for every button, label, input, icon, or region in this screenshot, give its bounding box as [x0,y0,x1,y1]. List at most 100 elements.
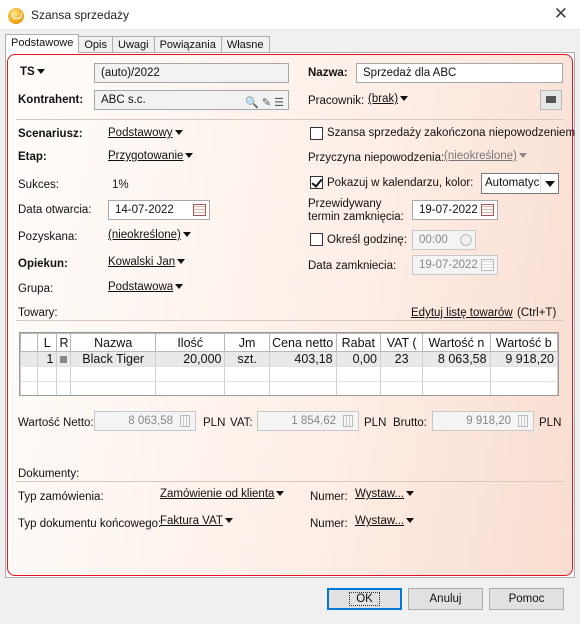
numer-value-1: Wystaw... [355,488,405,500]
pozyskana-label: Pozyskana: [18,231,78,243]
tab-opis[interactable]: Opis [78,36,113,53]
calculator-icon[interactable] [518,415,528,427]
przyczyna-dropdown[interactable]: (nieokreślone) [444,150,527,162]
nazwa-label: Nazwa: [308,67,348,79]
towary-label: Towary: [18,307,58,319]
przewidywany-value: 19-07-2022 [419,204,478,216]
pozyskana-value: (nieokreślone) [108,229,181,241]
lookup-icons: 🔍 ✎ ☰ [245,94,284,109]
opiekun-dropdown[interactable]: Kowalski Jan [108,256,186,268]
cancel-button[interactable]: Anuluj [408,588,483,610]
calendar-icon[interactable] [481,259,494,271]
etap-dropdown[interactable]: Przygotowanie [108,150,194,162]
data-zamkniecia-field[interactable]: 19-07-2022 [412,255,498,275]
edit-items-shortcut: (Ctrl+T) [517,307,557,319]
chevron-down-icon[interactable] [540,174,558,193]
tab-wlasne[interactable]: Własne [220,36,270,53]
pozyskana-dropdown[interactable]: (nieokreślone) [108,229,191,241]
title-bar: Szansa sprzedaży ✕ [0,0,580,30]
items-table[interactable]: L R Nazwa Ilość Jm Cena netto Rabat VAT … [19,332,559,396]
chevron-down-icon [276,491,285,496]
pracownik-value: (brak) [368,93,399,105]
ok-button-label: OK [349,592,380,606]
column-header-wartosc-brutto[interactable]: Wartość b [489,333,558,352]
etap-label: Etap: [18,151,47,163]
przyczyna-value: (nieokreślone) [444,150,517,162]
sukces-value: 1% [112,179,129,191]
column-header-r[interactable]: R [56,333,72,352]
typ-zamowienia-dropdown[interactable]: Zamówienie od klienta [160,488,285,500]
godzine-field[interactable]: 00:00 [412,230,476,250]
message-button[interactable] [540,90,562,110]
table-row-empty[interactable] [20,381,558,395]
message-icon [546,96,556,103]
tab-podstawowe[interactable]: Podstawowe [5,34,80,53]
tab-powiazania[interactable]: Powiązania [153,36,222,53]
column-header-cena[interactable]: Cena netto [268,333,337,352]
column-header-ilosc[interactable]: Ilość [154,333,226,352]
netto-field[interactable]: 8 063,58 [94,411,196,431]
edit-icon[interactable]: ✎ [262,97,271,109]
numer-dropdown-2[interactable]: Wystaw... [355,515,415,527]
calculator-icon[interactable] [180,415,190,427]
document-type-label: TS [20,66,35,78]
cell-ilosc: 20,000 [154,351,226,367]
table-row[interactable]: 1 Black Tiger 20,000 szt. 403,18 0,00 23… [20,351,558,367]
data-otwarcia-field[interactable]: 14-07-2022 [108,200,210,220]
typ-dokumentu-label: Typ dokumentu końcowego: [18,518,162,530]
kolor-value: Automatyczny [485,177,539,189]
vat-value: 1 854,62 [291,415,336,427]
edit-items-link[interactable]: Edytuj listę towarów [411,307,513,319]
column-header-jm[interactable]: Jm [224,333,270,352]
details-icon[interactable]: ☰ [274,97,284,109]
chevron-down-icon [36,69,45,74]
document-type-dropdown[interactable]: TS [20,66,45,78]
netto-label: Wartość Netto: [18,417,94,429]
close-icon[interactable]: ✕ [554,5,568,23]
vat-field[interactable]: 1 854,62 [257,411,359,431]
godzine-label: Określ godzinę: [327,234,407,246]
godzine-value: 00:00 [419,234,448,246]
calendar-icon[interactable] [481,204,494,216]
scenariusz-label: Scenariusz: [18,128,83,140]
help-button[interactable]: Pomoc [489,588,564,610]
column-header-l[interactable]: L [36,333,58,352]
data-otwarcia-label: Data otwarcia: [18,204,92,216]
column-header-rabat[interactable]: Rabat [335,333,382,352]
pracownik-dropdown[interactable]: (brak) [368,93,409,105]
tab-uwagi[interactable]: Uwagi [112,36,155,53]
dokumenty-label: Dokumenty: [18,468,80,480]
brutto-value: 9 918,20 [466,415,511,427]
typ-dokumentu-value: Faktura VAT [160,515,223,527]
przewidywany-field[interactable]: 19-07-2022 [412,200,498,220]
brutto-field[interactable]: 9 918,20 [432,411,534,431]
scenariusz-dropdown[interactable]: Podstawowy [108,127,183,139]
ok-button[interactable]: OK [327,588,402,610]
scenariusz-value: Podstawowy [108,127,173,139]
chevron-down-icon [174,130,183,135]
godzine-checkbox[interactable] [310,233,323,246]
row-handle [20,351,38,367]
column-header-nazwa[interactable]: Nazwa [70,333,156,352]
document-number-field[interactable]: (auto)/2022 [94,63,289,83]
calendar-icon[interactable] [193,204,206,216]
typ-dokumentu-dropdown[interactable]: Faktura VAT [160,515,233,527]
zakonczona-checkbox[interactable] [310,127,323,140]
column-header-vat[interactable]: VAT ( [379,333,424,352]
clock-icon[interactable] [460,234,472,246]
search-icon[interactable]: 🔍 [245,97,259,109]
numer-value-2: Wystaw... [355,515,405,527]
kontrahent-field[interactable]: ABC s.c. 🔍 ✎ ☰ [94,90,289,110]
table-row-empty[interactable] [20,366,558,382]
numer-dropdown-1[interactable]: Wystaw... [355,488,415,500]
calculator-icon[interactable] [343,415,353,427]
nazwa-field[interactable]: Sprzedaż dla ABC [356,63,563,83]
numer-label-2: Numer: [310,518,348,530]
chevron-down-icon [406,491,415,496]
towary-divider [16,320,564,321]
kalendarz-checkbox[interactable] [310,176,323,189]
kolor-select[interactable]: Automatyczny [481,173,559,194]
grupa-dropdown[interactable]: Podstawowa [108,281,184,293]
przyczyna-label: Przyczyna niepowodzenia: [308,152,445,164]
column-header-wartosc-netto[interactable]: Wartość n [422,333,491,352]
